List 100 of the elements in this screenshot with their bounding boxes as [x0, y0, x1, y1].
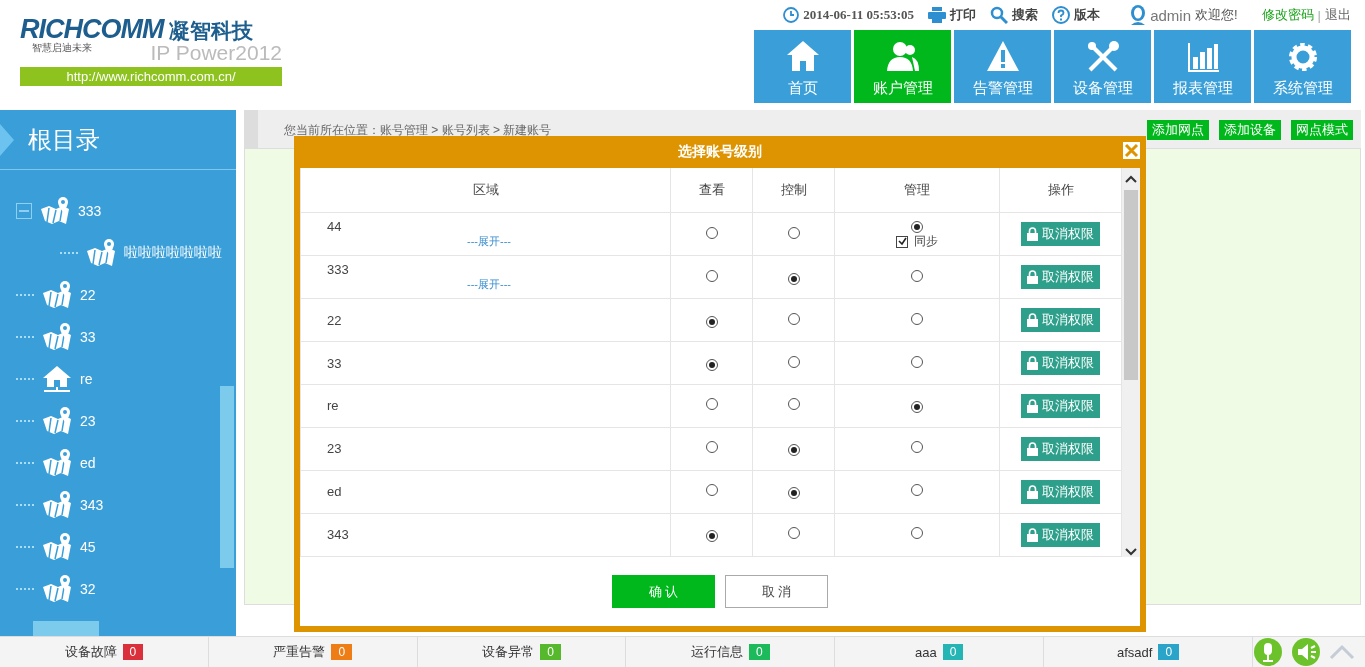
nav-tab[interactable]: 设备管理 [1054, 30, 1151, 103]
tree-item[interactable]: 22 [80, 287, 96, 303]
lock-icon [1027, 484, 1038, 499]
status-label: 设备异常 [482, 643, 535, 661]
lock-icon [1027, 399, 1038, 413]
radio-button[interactable] [911, 355, 923, 368]
radio-button[interactable] [705, 226, 718, 239]
expand-link[interactable]: ---展开--- [327, 234, 670, 250]
area-name: 343 [327, 527, 350, 543]
tree-item[interactable]: re [80, 371, 93, 387]
radio-button[interactable] [787, 272, 800, 285]
radio-button[interactable] [787, 355, 800, 368]
radio-button[interactable] [911, 441, 923, 454]
collapse-toggle[interactable] [16, 203, 32, 219]
header-link[interactable]: 退出 [1325, 6, 1351, 24]
radio-button[interactable] [705, 441, 718, 454]
tree-item[interactable]: ed [80, 455, 96, 471]
dialog-title: 选择账号级别 [678, 143, 762, 161]
users-icon [884, 39, 921, 73]
nav-tab[interactable]: 报表管理 [1154, 30, 1251, 103]
separator: | [1317, 7, 1321, 23]
sidebar-title: 根目录 [28, 124, 100, 155]
area-name: 333 [327, 262, 350, 278]
house-icon [42, 365, 72, 393]
lock-icon [1027, 527, 1038, 542]
tree-item[interactable]: 343 [80, 497, 104, 513]
revoke-button[interactable]: 取消权限 [1021, 308, 1100, 332]
scroll-up-icon[interactable] [1125, 174, 1137, 184]
status-label: aaa [915, 644, 937, 660]
action-button[interactable]: 添加网点 [1147, 120, 1209, 140]
toolbar-link[interactable]: 版本 [1074, 6, 1101, 24]
radio-button[interactable] [787, 527, 800, 540]
tree-item[interactable]: 333 [78, 203, 102, 219]
action-button[interactable]: 添加设备 [1219, 120, 1281, 140]
tree-item[interactable]: 23 [80, 413, 96, 429]
toolbar-link[interactable]: 搜索 [1012, 6, 1039, 24]
column-header: 控制 [752, 168, 835, 213]
radio-button[interactable] [787, 398, 800, 411]
dialog-button[interactable]: 确 认 [612, 575, 715, 608]
header-link[interactable]: 修改密码 [1261, 6, 1314, 24]
radio-button[interactable] [911, 269, 923, 282]
column-header: 查看 [670, 168, 753, 213]
product-name: IP Power2012 [150, 41, 282, 65]
expand-link[interactable]: ---展开--- [327, 277, 670, 293]
radio-button[interactable] [911, 527, 923, 540]
radio-button[interactable] [911, 401, 923, 414]
nav-tab[interactable]: 告警管理 [954, 30, 1051, 103]
radio-button[interactable] [911, 484, 923, 497]
scroll-down-icon[interactable] [1125, 547, 1137, 557]
radio-button[interactable] [787, 444, 800, 457]
toolbar-link[interactable]: 打印 [950, 6, 977, 24]
scrollbar-thumb[interactable] [33, 621, 99, 637]
revoke-button[interactable]: 取消权限 [1021, 222, 1100, 247]
checkbox[interactable] [896, 235, 908, 248]
radio-button[interactable] [705, 269, 718, 282]
scrollbar[interactable] [1122, 168, 1140, 557]
count-badge: 0 [540, 644, 561, 660]
brand-logo: RICHCOMM [20, 14, 164, 44]
nav-tab[interactable]: 首页 [754, 30, 851, 103]
lock-icon [1027, 441, 1038, 456]
tree-item[interactable]: 啦啦啦啦啦啦啦 [124, 244, 222, 262]
revoke-button[interactable]: 取消权限 [1021, 479, 1100, 504]
area-name: 22 [327, 312, 343, 328]
lock-icon [1027, 356, 1038, 370]
map-pin-icon [42, 575, 72, 603]
company-name: 凝智科技 [169, 18, 254, 44]
tree-item[interactable]: 32 [80, 581, 96, 597]
website-url: http://www.richcomm.com.cn/ [20, 67, 282, 86]
area-name: 23 [327, 441, 343, 457]
column-header: 管理 [834, 168, 1000, 213]
scrollbar-thumb[interactable] [220, 386, 234, 568]
radio-button[interactable] [787, 487, 800, 500]
dialog-button[interactable]: 取 消 [725, 575, 828, 608]
slogan: 智慧启迪未来 [31, 41, 92, 55]
radio-button[interactable] [705, 530, 718, 543]
revoke-button[interactable]: 取消权限 [1021, 394, 1100, 418]
tree-item[interactable]: 45 [80, 539, 96, 555]
map-pin-icon [42, 449, 72, 477]
nav-tab[interactable]: 账户管理 [854, 30, 951, 103]
radio-button[interactable] [787, 226, 800, 239]
count-badge: 0 [122, 644, 144, 660]
radio-button[interactable] [787, 312, 800, 325]
radio-button[interactable] [705, 398, 718, 411]
revoke-button[interactable]: 取消权限 [1021, 522, 1100, 547]
radio-button[interactable] [911, 221, 923, 234]
radio-button[interactable] [705, 484, 718, 497]
radio-button[interactable] [705, 315, 718, 328]
map-pin-icon [42, 281, 72, 309]
tree-item[interactable]: 33 [80, 329, 96, 345]
radio-button[interactable] [705, 358, 718, 371]
map-pin-icon [42, 323, 72, 351]
nav-tab[interactable]: 系统管理 [1254, 30, 1351, 103]
revoke-button[interactable]: 取消权限 [1021, 436, 1100, 461]
radio-button[interactable] [911, 312, 923, 325]
revoke-button[interactable]: 取消权限 [1021, 265, 1100, 290]
area-name: ed [327, 484, 343, 500]
action-button[interactable]: 网点模式 [1291, 120, 1353, 140]
revoke-button[interactable]: 取消权限 [1021, 351, 1100, 375]
map-pin-icon [86, 239, 116, 267]
area-name: re [327, 398, 340, 414]
